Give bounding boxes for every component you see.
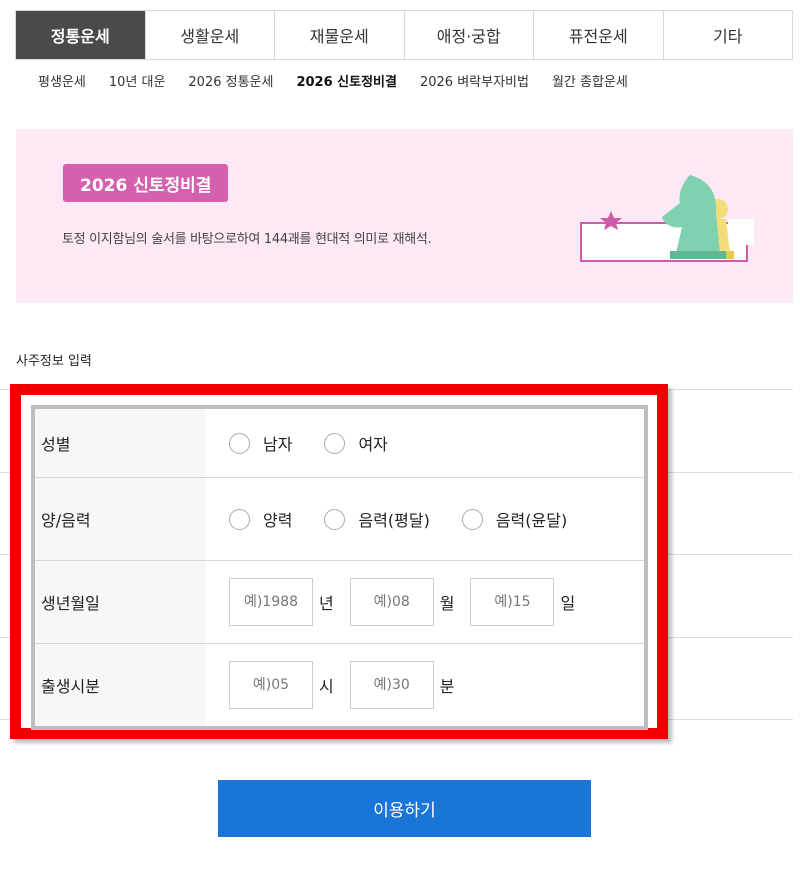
calendar-lunar-leap-label: 음력(윤달)	[495, 511, 568, 530]
birth-date-label: 생년월일	[35, 561, 205, 643]
calendar-label: 양/음력	[35, 478, 205, 560]
birth-month-input[interactable]	[349, 578, 434, 626]
form-row-calendar: 양/음력 양력 음력(평달) 음력(윤달)	[35, 477, 644, 560]
birth-minute-input[interactable]	[349, 661, 434, 709]
radio-circle-icon[interactable]	[229, 432, 250, 454]
form-row-gender: 성별 남자 여자	[35, 409, 644, 477]
hour-unit: 시	[319, 677, 334, 696]
calendar-options: 양력 음력(평달) 음력(윤달)	[205, 478, 644, 560]
sub-menu-item-2026-traditional[interactable]: 2026 정통운세	[188, 71, 273, 90]
tab-wealth-fortune[interactable]: 재물운세	[274, 11, 404, 59]
submit-button[interactable]: 이용하기	[218, 780, 591, 837]
calendar-lunar-normal-label: 음력(평달)	[358, 511, 430, 530]
day-unit: 일	[560, 594, 576, 613]
sub-menu-item-2026-wealth[interactable]: 2026 벼락부자비법	[420, 71, 529, 90]
chess-knight-pawn-illustration	[580, 175, 754, 262]
birth-hour-input[interactable]	[229, 661, 313, 709]
birth-date-inputs: 년 월 일	[205, 561, 644, 643]
highlighted-form-box: 성별 남자 여자 양/음력 양력 음력(평달) 음력(윤달) 생년월일 예)19…	[10, 384, 668, 739]
tab-life-fortune[interactable]: 생활운세	[144, 11, 274, 59]
sub-menu: 평생운세 10년 대운 2026 정통운세 2026 신토정비결 2026 벼락…	[38, 68, 651, 92]
service-banner: 2026 신토정비결 토정 이지함님의 술서를 바탕으로하여 144괘를 현대적…	[16, 129, 793, 303]
form-row-birth-time: 출생시분 시 분	[35, 643, 644, 726]
month-unit: 월	[439, 594, 455, 613]
gender-options: 남자 여자	[205, 409, 644, 477]
category-tabs: 정통운세 생활운세 재물운세 애정·궁합 퓨전운세 기타	[15, 10, 793, 60]
gender-male-label: 남자	[263, 435, 293, 454]
gender-label: 성별	[35, 409, 205, 477]
calendar-solar-radio[interactable]: 양력	[229, 507, 292, 531]
sub-menu-item-2026-tojeong[interactable]: 2026 신토정비결	[296, 71, 397, 90]
calendar-lunar-normal-radio[interactable]: 음력(평달)	[324, 507, 430, 531]
form-row-birth-date: 생년월일 년 월 일	[35, 560, 644, 643]
minute-unit: 분	[439, 677, 455, 696]
radio-circle-icon[interactable]	[324, 432, 346, 454]
radio-circle-icon[interactable]	[324, 508, 346, 530]
tab-love-compatibility[interactable]: 애정·궁합	[403, 11, 533, 59]
year-unit: 년	[319, 594, 334, 613]
saju-info-form: 성별 남자 여자 양/음력 양력 음력(평달) 음력(윤달) 생년월일 예)19…	[31, 405, 648, 730]
banner-title-badge: 2026 신토정비결	[63, 164, 229, 202]
birth-day-input[interactable]	[470, 578, 555, 626]
sub-menu-item-lifetime[interactable]: 평생운세	[38, 71, 86, 90]
gender-female-label: 여자	[358, 435, 388, 454]
tab-fusion-fortune[interactable]: 퓨전운세	[533, 11, 663, 59]
section-title: 사주정보 입력	[16, 354, 92, 369]
birth-year-input[interactable]	[229, 578, 313, 626]
radio-circle-icon[interactable]	[229, 508, 250, 530]
birth-time-inputs: 시 분	[205, 644, 644, 726]
birth-time-label: 출생시분	[35, 644, 205, 726]
banner-description: 토정 이지함님의 술서를 바탕으로하여 144괘를 현대적 의미로 재해석.	[62, 232, 432, 247]
sub-menu-item-10year[interactable]: 10년 대운	[109, 71, 166, 90]
tab-etc[interactable]: 기타	[662, 11, 792, 59]
sub-menu-item-monthly[interactable]: 월간 종합운세	[552, 71, 628, 90]
radio-circle-icon[interactable]	[461, 508, 483, 530]
calendar-lunar-leap-radio[interactable]: 음력(윤달)	[461, 507, 568, 531]
gender-female-radio[interactable]: 여자	[324, 431, 388, 455]
tab-traditional-fortune[interactable]: 정통운세	[16, 11, 145, 59]
gender-male-radio[interactable]: 남자	[229, 431, 292, 455]
calendar-solar-label: 양력	[263, 511, 293, 530]
